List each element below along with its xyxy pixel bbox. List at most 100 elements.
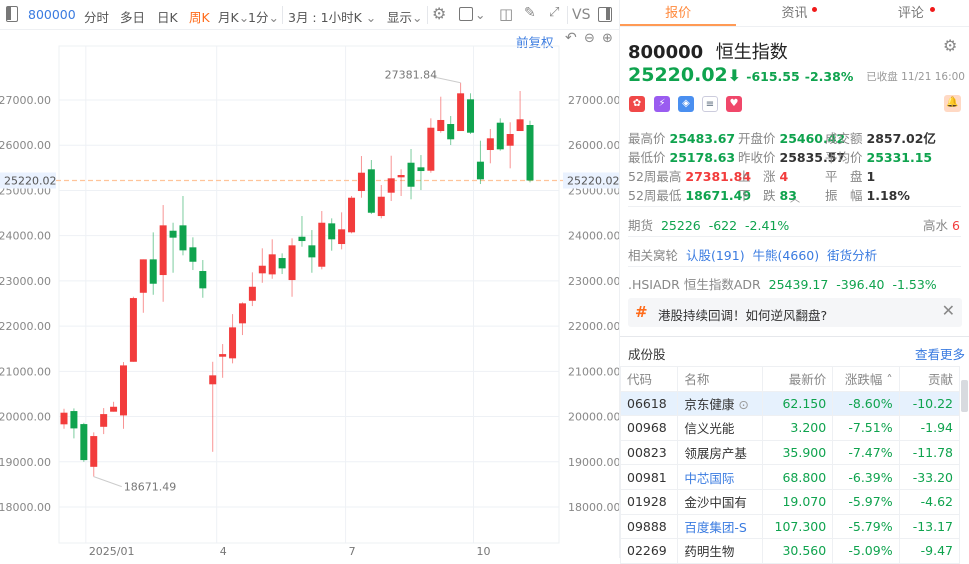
alert-bell-icon[interactable]: 🔔: [944, 95, 961, 112]
fullscreen-icon[interactable]: ⤢: [549, 5, 559, 20]
stock-code[interactable]: 800000: [28, 7, 76, 22]
watch-icon[interactable]: ⊙: [734, 397, 748, 412]
cell-contrib: -11.78: [898, 439, 961, 466]
stat-label: 最高价: [628, 131, 666, 146]
candle-body: [427, 127, 435, 171]
header-contrib[interactable]: 贡献: [898, 366, 961, 392]
camera-icon[interactable]: ◫: [499, 5, 513, 23]
divider: [628, 206, 961, 207]
note-icon[interactable]: ≡: [702, 96, 718, 112]
pencil-icon[interactable]: ✎: [524, 5, 536, 21]
hk-flag-icon[interactable]: ✿: [629, 96, 645, 112]
plot-area: [58, 45, 560, 544]
table-row[interactable]: 06618 京东健康 ⊙ 62.150 -8.60% -10.22: [619, 390, 961, 417]
stat-label: 上 涨: [738, 169, 776, 184]
table-row[interactable]: 09888 百度集团-S 107.300 -5.79% -13.17: [619, 513, 961, 540]
scrollbar[interactable]: [961, 380, 968, 412]
close-icon[interactable]: ✕: [942, 301, 955, 320]
y-tick-label: 24000.00: [0, 230, 51, 243]
table-row[interactable]: 00968 信义光能 3.200 -7.51% -1.94: [619, 415, 961, 441]
zoom-out-icon[interactable]: ⊖: [584, 31, 595, 46]
panel-toggle-icon[interactable]: [598, 7, 612, 22]
tab-weekly-k[interactable]: 周K: [189, 7, 210, 26]
heart-icon[interactable]: ♥: [726, 96, 742, 112]
constituents-title: 成份股: [628, 347, 666, 362]
stat-item: 平 盘 1: [825, 166, 875, 185]
header-code[interactable]: 代码: [619, 366, 679, 392]
table-row[interactable]: 00823 领展房产基 35.900 -7.47% -11.78: [619, 439, 961, 466]
chevron-down-icon[interactable]: ⌄: [475, 7, 485, 22]
table-row[interactable]: 01928 金沙中国有 19.070 -5.97% -4.62: [619, 488, 961, 515]
cell-contrib: -1.94: [898, 415, 961, 441]
low-label: 18671.49: [124, 481, 176, 494]
header-pct[interactable]: 涨跌幅 ˄: [832, 366, 900, 392]
tab-comments[interactable]: 评论: [853, 0, 969, 26]
tab-label: 报价: [665, 6, 692, 21]
street-analysis-link[interactable]: 街货分析: [827, 248, 877, 263]
cell-price: 35.900: [761, 439, 834, 466]
futures-price: 25226: [660, 218, 701, 233]
adr-pct: -1.53%: [892, 277, 937, 292]
cbbc-link[interactable]: 牛熊(4660): [753, 248, 820, 263]
table-row[interactable]: 00981 中芯国际 68.800 -6.39% -33.20: [619, 464, 961, 490]
tab-multiday[interactable]: 多日: [120, 7, 145, 26]
warrant-call-link[interactable]: 认股(191): [686, 248, 745, 263]
tab-timeshare[interactable]: 分时: [84, 7, 109, 26]
settings-icon[interactable]: ⚙: [432, 4, 446, 23]
futures-row[interactable]: 期货 25226 -622 -2.41%: [628, 215, 789, 234]
candle-body: [199, 271, 207, 289]
tab-news[interactable]: 资讯: [736, 0, 852, 26]
adr-row[interactable]: .HSIADR 恒生指数ADR 25439.17 -396.40 -1.53%: [628, 274, 937, 293]
view-more-link[interactable]: 查看更多: [915, 344, 965, 363]
y-tick-label-right: 20000.00: [568, 411, 619, 424]
tab-daily-k[interactable]: 日K: [157, 7, 178, 26]
chevron-down-icon: ⌄: [412, 10, 423, 25]
candlestick-chart[interactable]: 27000.00 27000.00 26000.00 26000.00 25000.00…: [0, 0, 619, 558]
display-select[interactable]: 显示⌄: [387, 7, 423, 26]
monthly-k-label: 月K: [218, 10, 239, 25]
current-price-label: 25220.02: [4, 174, 57, 187]
candle-body: [70, 411, 78, 429]
adjust-button[interactable]: 前复权: [516, 32, 554, 51]
expand-chevron-icon[interactable]: ︿: [790, 190, 800, 205]
undo-icon[interactable]: ↶: [565, 30, 577, 46]
divider: [620, 336, 969, 337]
y-tick-label: 25000.00: [0, 184, 51, 197]
stat-item: 最高价 25483.67: [628, 128, 735, 147]
topic-banner[interactable]: # 港股持续回调！如何逆风翻盘? ✕: [628, 298, 962, 327]
cell-name[interactable]: 百度集团-S: [677, 513, 763, 540]
tab-monthly-k[interactable]: 月K⌄: [218, 7, 249, 26]
candle-body: [318, 222, 326, 267]
sidebar-toggle-icon[interactable]: [6, 6, 18, 22]
y-tick-label-right: 22000.00: [568, 320, 619, 333]
minute-select[interactable]: 1分⌄: [248, 7, 279, 26]
candle-body: [308, 245, 316, 258]
tag-icon[interactable]: ◈: [678, 96, 694, 112]
cell-name[interactable]: 中芯国际: [677, 464, 763, 490]
price-change-pct: -2.38%: [804, 69, 854, 84]
cell-name: 药明生物: [677, 538, 763, 564]
y-tick-label-right: 26000.00: [568, 139, 619, 152]
stock-name: 金沙中国有: [684, 495, 747, 511]
table-row[interactable]: 02269 药明生物 30.560 -5.09% -9.47: [619, 538, 961, 564]
low-leader-line: [93, 476, 122, 488]
settings-icon[interactable]: ⚙: [943, 36, 957, 55]
zoom-in-icon[interactable]: ⊕: [602, 31, 613, 46]
period-select[interactable]: 3月 : 1小时K ⌄: [288, 7, 376, 26]
compare-vs-button[interactable]: VS: [572, 7, 590, 23]
candle-body: [437, 119, 445, 132]
cell-pct: -7.47%: [832, 439, 900, 466]
candle-body: [119, 365, 127, 416]
high-leader-line: [432, 76, 461, 84]
adr-label: .HSIADR 恒生指数ADR: [628, 277, 761, 292]
tab-quote[interactable]: 报价: [620, 0, 737, 26]
cell-name: 京东健康 ⊙: [677, 390, 763, 417]
header-price[interactable]: 最新价: [761, 366, 834, 392]
y-tick-label-right: 19000.00: [568, 456, 619, 469]
cell-contrib: -10.22: [898, 390, 961, 417]
indicator-box-icon[interactable]: [459, 7, 473, 21]
lightning-icon[interactable]: ⚡: [654, 96, 670, 112]
divider: [282, 6, 283, 24]
sort-up-icon: ˄: [882, 372, 893, 388]
header-name[interactable]: 名称: [677, 366, 763, 392]
